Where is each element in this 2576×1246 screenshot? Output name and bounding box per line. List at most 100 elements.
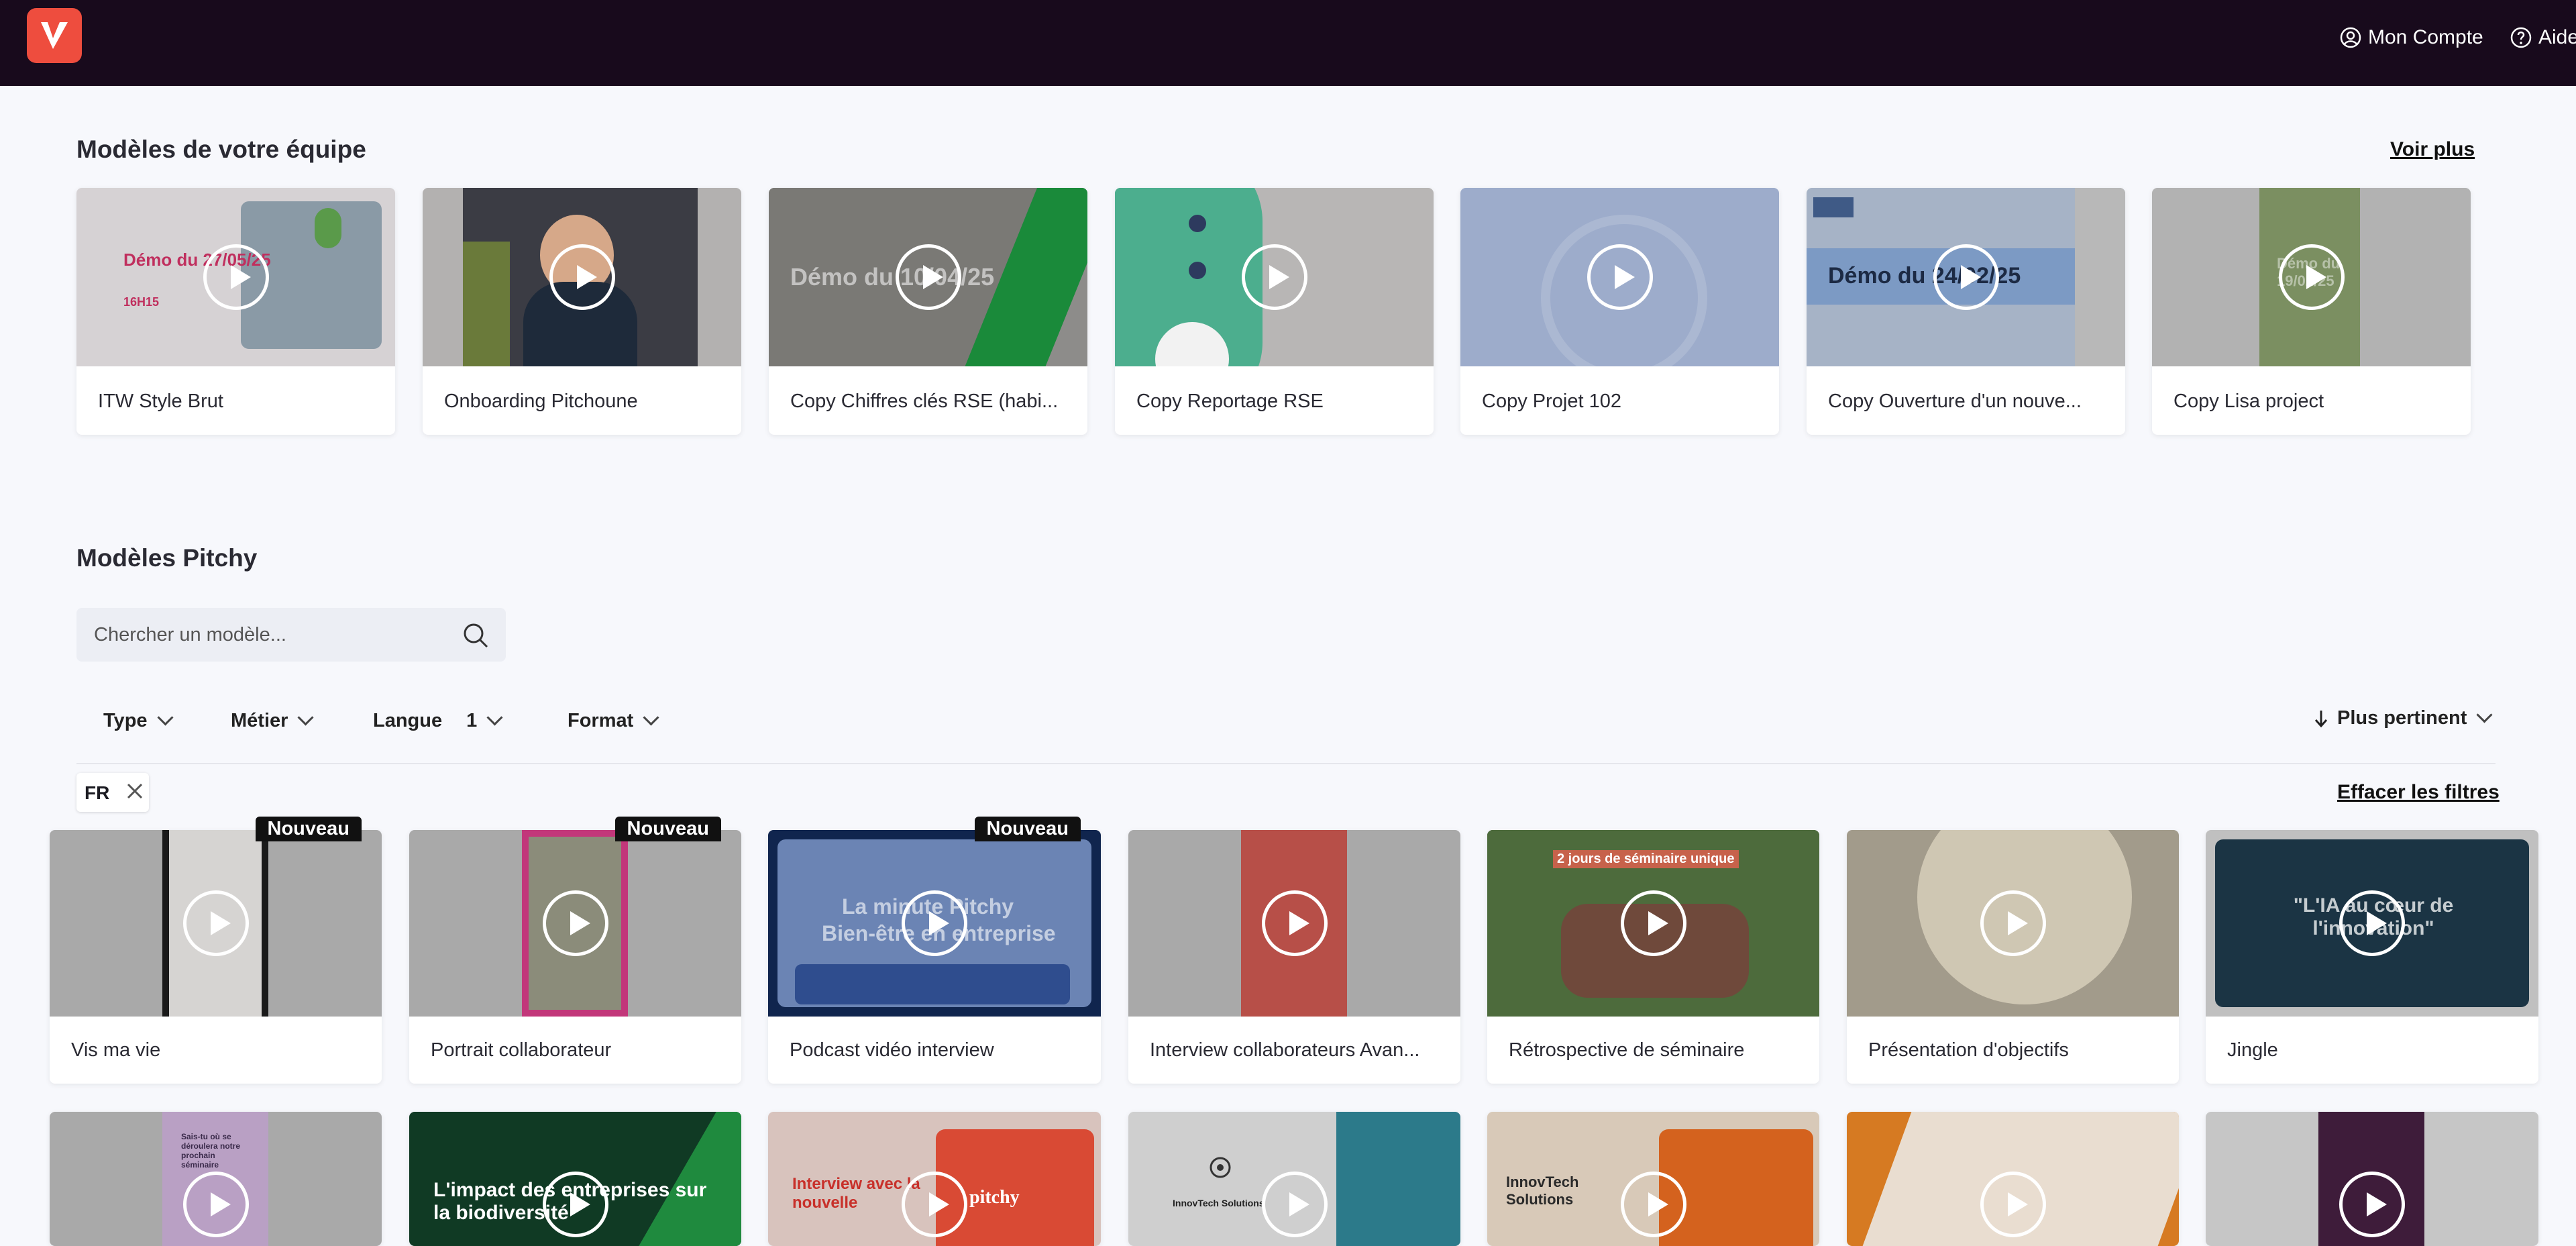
- filter-langue[interactable]: Langue 1: [373, 709, 503, 732]
- filter-langue-label: Langue: [373, 710, 443, 731]
- play-icon[interactable]: [542, 1172, 608, 1237]
- card-thumbnail: [50, 830, 382, 1017]
- card-thumbnail: "L'IA au cœur de l'innovation": [2206, 830, 2538, 1017]
- new-badge: Nouveau: [255, 817, 362, 841]
- card-title: Copy Ouverture d'un nouve...: [1828, 391, 2082, 412]
- card-title: Présentation d'objectifs: [1868, 1039, 2069, 1061]
- pitchy-template-card[interactable]: [1847, 1112, 2179, 1246]
- card-title: Copy Chiffres clés RSE (habi...: [790, 391, 1059, 412]
- dot: [1189, 262, 1206, 279]
- filter-metier[interactable]: Métier: [231, 709, 314, 732]
- team-template-card[interactable]: Copy Projet 102: [1460, 188, 1779, 435]
- play-icon[interactable]: [1620, 890, 1686, 956]
- thumb-title: InnovTech Solutions: [1506, 1174, 1579, 1208]
- team-template-card[interactable]: Onboarding Pitchoune: [423, 188, 741, 435]
- play-icon[interactable]: [902, 1172, 967, 1237]
- pitchy-template-card[interactable]: L'impact des entreprises sur la biodiver…: [409, 1112, 741, 1246]
- card-thumbnail: InnovTech Solutions: [1128, 1112, 1460, 1246]
- thumb-subtitle: pitchy: [969, 1187, 1020, 1208]
- play-icon[interactable]: [2278, 244, 2345, 310]
- card-title: Copy Projet 102: [1482, 391, 1621, 412]
- new-badge: Nouveau: [614, 817, 721, 841]
- pitchy-template-card[interactable]: InnovTech Solutions: [1128, 1112, 1460, 1246]
- active-filter-chip[interactable]: FR: [76, 773, 149, 812]
- gear-icon: [1210, 1157, 1231, 1178]
- sort-dropdown[interactable]: Plus pertinent: [2313, 707, 2493, 729]
- chevron-down-icon: [297, 709, 314, 726]
- team-template-card[interactable]: Démo du 19/02/25 Copy Lisa project: [2152, 188, 2471, 435]
- play-icon[interactable]: [182, 890, 249, 956]
- thumb-subtitle: 16H15: [123, 295, 160, 309]
- play-icon[interactable]: [1620, 1172, 1686, 1237]
- card-title: Interview collaborateurs Avan...: [1150, 1039, 1420, 1061]
- sort-label: Plus pertinent: [2337, 707, 2467, 729]
- plant-image: [315, 208, 341, 248]
- pitchy-template-card[interactable]: Interview collaborateurs Avan...: [1128, 830, 1460, 1084]
- filter-format-label: Format: [568, 710, 634, 731]
- card-thumbnail: [1460, 188, 1779, 366]
- play-icon[interactable]: [1980, 1172, 2046, 1237]
- play-icon[interactable]: [895, 244, 961, 310]
- team-template-card[interactable]: Démo du 10/04/25 Copy Chiffres clés RSE …: [769, 188, 1087, 435]
- account-label: Mon Compte: [2368, 26, 2483, 48]
- play-icon[interactable]: [1980, 890, 2046, 956]
- play-icon[interactable]: [1261, 890, 1328, 956]
- play-icon[interactable]: [2339, 890, 2405, 956]
- card-thumbnail: Démo du 27/05/25 16H15: [76, 188, 395, 366]
- card-title: Copy Reportage RSE: [1136, 391, 1324, 412]
- card-title: Jingle: [2227, 1039, 2278, 1061]
- team-template-card[interactable]: Démo du 27/05/25 16H15 ITW Style Brut: [76, 188, 395, 435]
- card-title: Podcast vidéo interview: [790, 1039, 994, 1061]
- card-thumbnail: La minute Pitchy Bien-être en entreprise: [768, 830, 1101, 1017]
- team-template-card[interactable]: Démo du 24/02/25 Copy Ouverture d'un nou…: [1807, 188, 2125, 435]
- play-icon[interactable]: [902, 890, 967, 956]
- thumb-title: InnovTech Solutions: [1173, 1198, 1265, 1208]
- card-thumbnail: [2206, 1112, 2538, 1246]
- card-thumbnail: [1128, 830, 1460, 1017]
- card-thumbnail: 2 jours de séminaire unique: [1487, 830, 1819, 1017]
- card-thumbnail: Démo du 19/02/25: [2152, 188, 2471, 366]
- filter-format[interactable]: Format: [568, 709, 659, 732]
- pitchy-section-title: Modèles Pitchy: [76, 544, 258, 572]
- play-icon[interactable]: [1241, 244, 1307, 310]
- play-icon[interactable]: [182, 1172, 249, 1237]
- filter-type[interactable]: Type: [103, 709, 174, 732]
- play-icon[interactable]: [2339, 1172, 2405, 1237]
- plant-image: [463, 242, 510, 366]
- search-input[interactable]: Chercher un modèle...: [76, 608, 506, 662]
- filter-metier-label: Métier: [231, 710, 288, 731]
- team-template-card[interactable]: Copy Reportage RSE: [1115, 188, 1434, 435]
- play-icon[interactable]: [549, 244, 615, 310]
- play-icon[interactable]: [1261, 1172, 1328, 1237]
- play-icon[interactable]: [203, 244, 269, 310]
- side-band: [2075, 188, 2125, 366]
- play-icon[interactable]: [1933, 244, 1999, 310]
- card-thumbnail: [1115, 188, 1434, 366]
- pitchy-template-card[interactable]: Nouveau Vis ma vie: [50, 817, 382, 1084]
- pitchy-template-card[interactable]: 2 jours de séminaire unique Rétrospectiv…: [1487, 830, 1819, 1084]
- pitchy-template-card[interactable]: "L'IA au cœur de l'innovation" Jingle: [2206, 830, 2538, 1084]
- card-thumbnail: [1847, 1112, 2179, 1246]
- pitchy-template-card[interactable]: Nouveau Portrait collaborateur: [409, 817, 741, 1084]
- see-more-link[interactable]: Voir plus: [2390, 138, 2475, 161]
- new-badge: Nouveau: [974, 817, 1081, 841]
- play-icon[interactable]: [542, 890, 608, 956]
- account-button[interactable]: Mon Compte: [2340, 23, 2483, 52]
- sofa-image: [795, 964, 1070, 1004]
- pitchy-template-card[interactable]: Interview avec la nouvelle pitchy: [768, 1112, 1101, 1246]
- search-icon[interactable]: [462, 621, 490, 650]
- clear-filters-link[interactable]: Effacer les filtres: [2337, 781, 2500, 804]
- pitchy-logo[interactable]: [27, 8, 82, 63]
- card-title: Portrait collaborateur: [431, 1039, 612, 1061]
- pitchy-template-card[interactable]: Sais-tu où se déroulera notre prochain s…: [50, 1112, 382, 1246]
- play-icon[interactable]: [1587, 244, 1653, 310]
- pitchy-template-card[interactable]: [2206, 1112, 2538, 1246]
- help-button[interactable]: Aide: [2510, 23, 2576, 52]
- card-thumbnail: Démo du 10/04/25: [769, 188, 1087, 366]
- close-icon[interactable]: [125, 781, 145, 801]
- arrow-down-icon: [2314, 710, 2328, 727]
- pitchy-template-card[interactable]: Présentation d'objectifs: [1847, 830, 2179, 1084]
- pitchy-template-card[interactable]: InnovTech Solutions: [1487, 1112, 1819, 1246]
- chevron-down-icon: [2476, 707, 2493, 723]
- pitchy-template-card[interactable]: Nouveau La minute Pitchy Bien-être en en…: [768, 817, 1101, 1084]
